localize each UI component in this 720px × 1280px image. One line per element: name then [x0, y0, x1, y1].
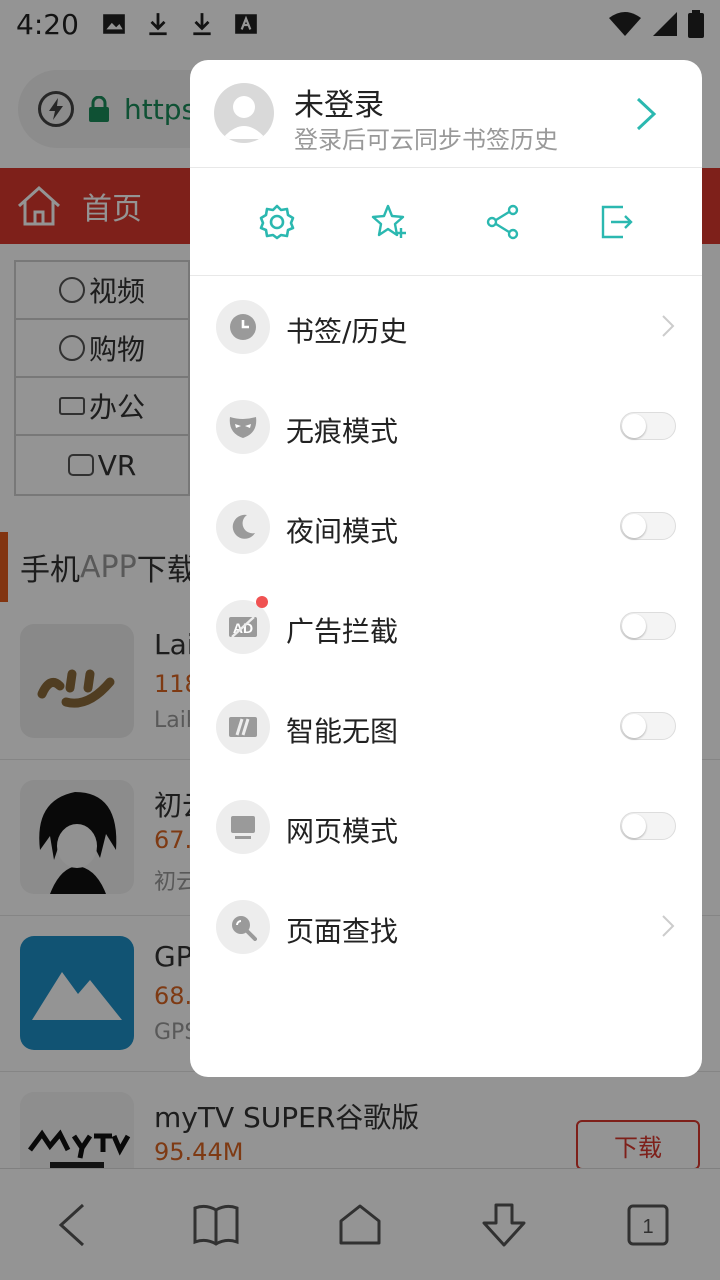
user-name: 未登录 — [294, 88, 384, 123]
add-bookmark-icon[interactable] — [368, 200, 412, 244]
menu-item-ad-block[interactable]: AD 广告拦截 — [190, 576, 702, 676]
ad-block-icon: AD — [216, 600, 270, 654]
chevron-right-icon — [662, 315, 675, 337]
login-hint: 登录后可云同步书签历史 — [294, 126, 558, 154]
no-image-toggle[interactable] — [620, 712, 676, 740]
night-mode-toggle[interactable] — [620, 512, 676, 540]
chevron-right-icon — [636, 97, 657, 131]
avatar — [214, 83, 274, 143]
menu-item-label: 页面查找 — [286, 915, 399, 948]
gear-icon[interactable] — [255, 200, 299, 244]
exit-icon[interactable] — [594, 200, 638, 244]
menu-item-desktop-mode[interactable]: 网页模式 — [190, 776, 702, 876]
desktop-icon — [216, 800, 270, 854]
share-icon[interactable] — [481, 200, 525, 244]
incognito-toggle[interactable] — [620, 412, 676, 440]
menu-item-label: 广告拦截 — [286, 615, 399, 648]
login-row[interactable]: 未登录 登录后可云同步书签历史 — [190, 60, 702, 168]
ad-block-toggle[interactable] — [620, 612, 676, 640]
menu-item-night-mode[interactable]: 夜间模式 — [190, 476, 702, 576]
menu-item-label: 无痕模式 — [286, 415, 399, 448]
find-icon — [216, 900, 270, 954]
quick-actions — [190, 168, 702, 276]
chevron-right-icon — [662, 915, 675, 937]
no-image-icon — [216, 700, 270, 754]
clock-icon — [216, 300, 270, 354]
menu-item-label: 智能无图 — [286, 715, 399, 748]
menu-item-label: 网页模式 — [286, 815, 399, 848]
menu-item-label: 夜间模式 — [286, 515, 399, 548]
menu-item-bookmarks-history[interactable]: 书签/历史 — [190, 276, 702, 376]
menu-item-find-in-page[interactable]: 页面查找 — [190, 876, 702, 976]
mask-icon — [216, 400, 270, 454]
desktop-mode-toggle[interactable] — [620, 812, 676, 840]
menu-item-incognito[interactable]: 无痕模式 — [190, 376, 702, 476]
browser-menu: 未登录 登录后可云同步书签历史 书签/历史 无痕模式 夜间模式 AD — [190, 60, 702, 1077]
notification-dot — [256, 596, 268, 608]
menu-item-label: 书签/历史 — [286, 315, 408, 348]
moon-icon — [216, 500, 270, 554]
menu-item-no-image[interactable]: 智能无图 — [190, 676, 702, 776]
